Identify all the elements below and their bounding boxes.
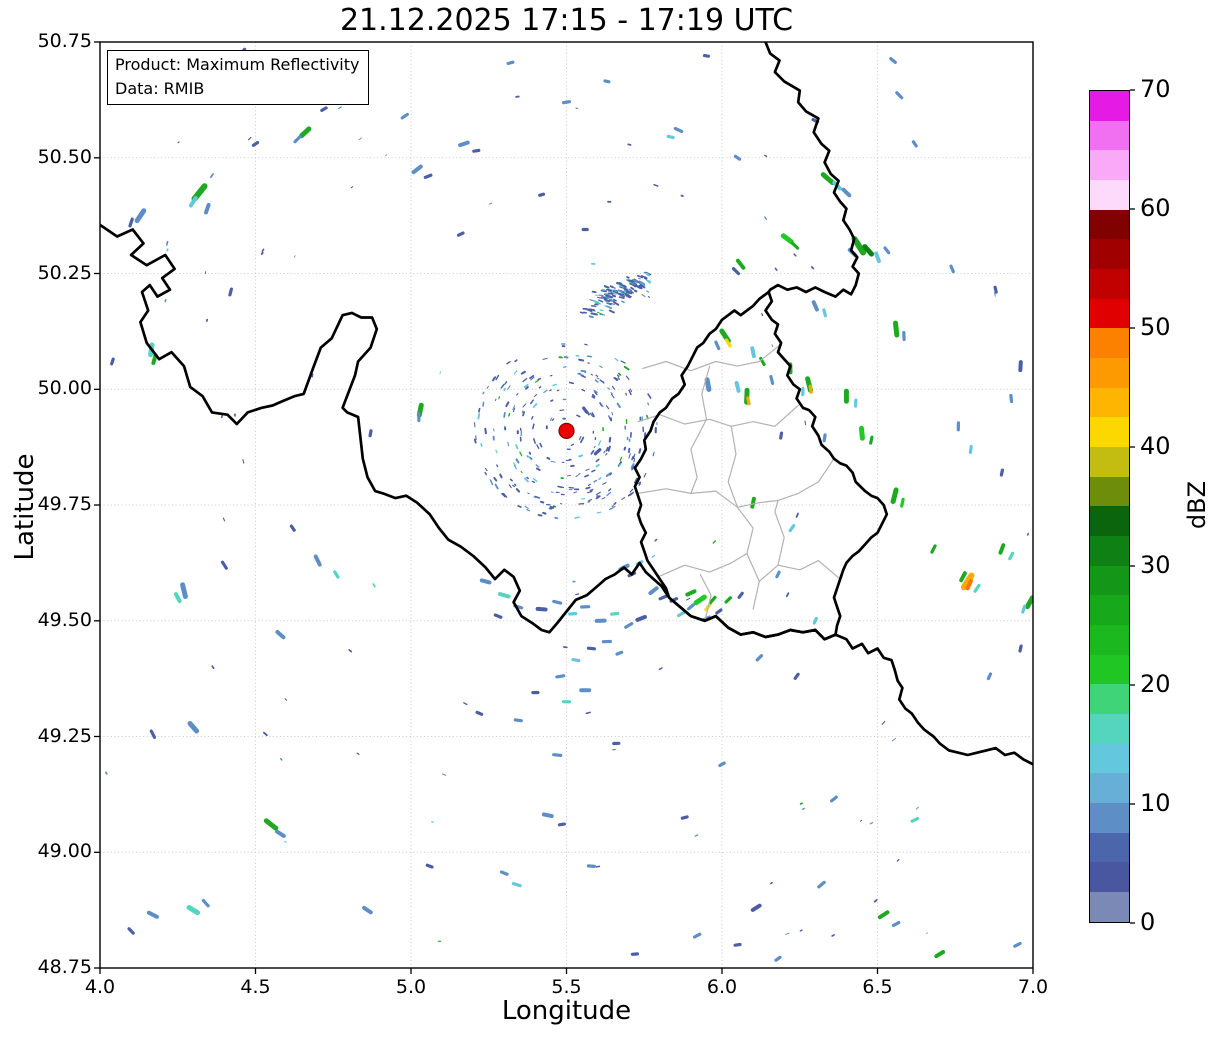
x-tick-label: 7.0 [1017, 976, 1049, 998]
x-tick-label: 6.5 [862, 976, 893, 998]
colorbar-segment [1090, 595, 1129, 626]
colorbar-tick-label: 40 [1140, 432, 1171, 460]
colorbar-segment [1090, 358, 1129, 388]
y-tick-label: 50.75 [37, 30, 92, 52]
colorbar-segment [1090, 417, 1129, 448]
colorbar-label: dBZ [1183, 480, 1211, 530]
x-tick-label: 5.5 [551, 976, 582, 998]
product-annotation-line2: Data: RMIB [115, 79, 205, 98]
colorbar-segment [1090, 625, 1129, 655]
colorbar-segment [1090, 862, 1129, 893]
colorbar-segment [1090, 892, 1129, 922]
colorbar-segment [1090, 803, 1129, 833]
y-tick-label: 50.00 [37, 377, 92, 400]
colorbar-tick-label: 0 [1140, 908, 1156, 936]
colorbar-segment [1090, 743, 1129, 774]
y-tick-label: 48.75 [37, 956, 92, 978]
x-tick-label: 6.0 [706, 976, 738, 998]
colorbar-tick-label: 30 [1140, 551, 1171, 579]
colorbar-segment [1090, 91, 1129, 121]
colorbar-segment [1090, 328, 1129, 359]
colorbar-segment [1090, 654, 1129, 685]
colorbar-tick-label: 50 [1140, 313, 1171, 341]
plot-area [99, 41, 1034, 969]
colorbar-segment [1090, 684, 1129, 715]
map-canvas [94, 41, 1135, 974]
figure-title: 21.12.2025 17:15 - 17:19 UTC [339, 3, 794, 38]
y-tick-label: 49.25 [37, 724, 92, 747]
colorbar-segment [1090, 180, 1129, 210]
colorbar-segment [1090, 714, 1129, 744]
map-plot-content [100, 42, 1033, 968]
colorbar [1089, 90, 1130, 923]
y-tick-label: 49.50 [37, 608, 92, 631]
colorbar-segment [1090, 506, 1129, 537]
x-tick-label: 4.5 [240, 976, 271, 998]
product-annotation-box: Product: Maximum Reflectivity Data: RMIB [107, 50, 370, 105]
colorbar-segment [1090, 269, 1129, 299]
colorbar-segment [1090, 536, 1129, 566]
colorbar-segment [1090, 447, 1129, 477]
x-axis-label: Longitude [501, 996, 632, 1026]
y-tick-label: 49.00 [37, 840, 92, 863]
colorbar-segment [1090, 120, 1129, 151]
colorbar-segment [1090, 387, 1129, 418]
colorbar-segment [1090, 565, 1129, 596]
x-tick-label: 4.0 [84, 976, 116, 998]
colorbar-tick-label: 10 [1140, 789, 1171, 817]
colorbar-tick-label: 60 [1140, 194, 1171, 222]
radar-map-figure: 21.12.2025 17:15 - 17:19 UTC Product: Ma… [0, 0, 1219, 1040]
colorbar-segment [1090, 773, 1129, 804]
y-tick-label: 50.25 [37, 261, 92, 284]
colorbar-segment [1090, 209, 1129, 240]
colorbar-tick-label: 20 [1140, 670, 1171, 698]
x-tick-label: 5.0 [395, 976, 427, 998]
colorbar-segment [1090, 298, 1129, 329]
colorbar-segment [1090, 239, 1129, 270]
y-tick-label: 49.75 [37, 493, 92, 515]
colorbar-segment [1090, 832, 1129, 863]
colorbar-segment [1090, 476, 1129, 507]
product-annotation-line1: Product: Maximum Reflectivity [115, 55, 360, 74]
y-tick-label: 50.50 [37, 145, 92, 168]
colorbar-tick-label: 70 [1140, 75, 1171, 103]
colorbar-segment [1090, 150, 1129, 181]
